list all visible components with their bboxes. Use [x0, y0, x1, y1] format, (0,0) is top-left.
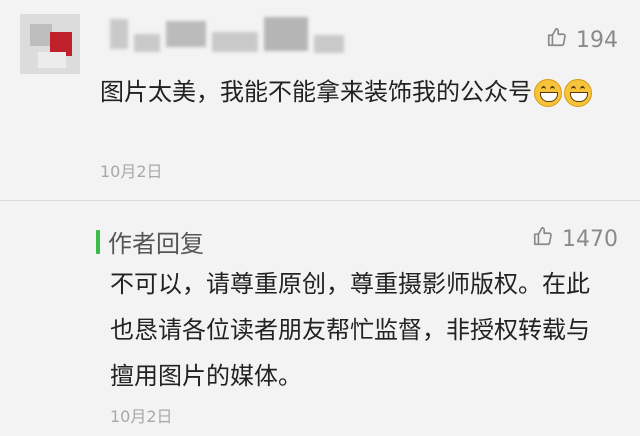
reply-date: 10月2日 [110, 407, 173, 426]
comment-text: 图片太美，我能不能拿来装饰我的公众号 [100, 70, 610, 114]
comment-date: 10月2日 [100, 162, 163, 181]
reply-title: 作者回复 [108, 230, 204, 258]
thumbs-up-icon [532, 225, 554, 253]
grin-emoji-icon [564, 79, 592, 107]
comment-card: 194 图片太美，我能不能拿来装饰我的公众号 10月2日 [0, 0, 640, 200]
reply-text: 不可以，请尊重原创，尊重摄影师版权。在此也恳请各位读者朋友帮忙监督，非授权转载与… [110, 270, 590, 390]
blurred-username [110, 12, 360, 56]
comment-body: 图片太美，我能不能拿来装饰我的公众号 [100, 78, 532, 106]
comment-like-button[interactable]: 194 [546, 26, 618, 54]
comment-like-count: 194 [576, 27, 618, 53]
thumbs-up-icon [546, 26, 568, 54]
reply-like-count: 1470 [562, 226, 618, 252]
author-reply-card: 作者回复 1470 不可以，请尊重原创，尊重摄影师版权。在此也恳请各位读者朋友帮… [0, 201, 640, 436]
reply-accent-bar [96, 229, 100, 254]
grin-emoji-icon [534, 79, 562, 107]
reply-like-button[interactable]: 1470 [532, 225, 618, 253]
avatar[interactable] [20, 14, 80, 74]
reply-header: 作者回复 [96, 224, 204, 259]
